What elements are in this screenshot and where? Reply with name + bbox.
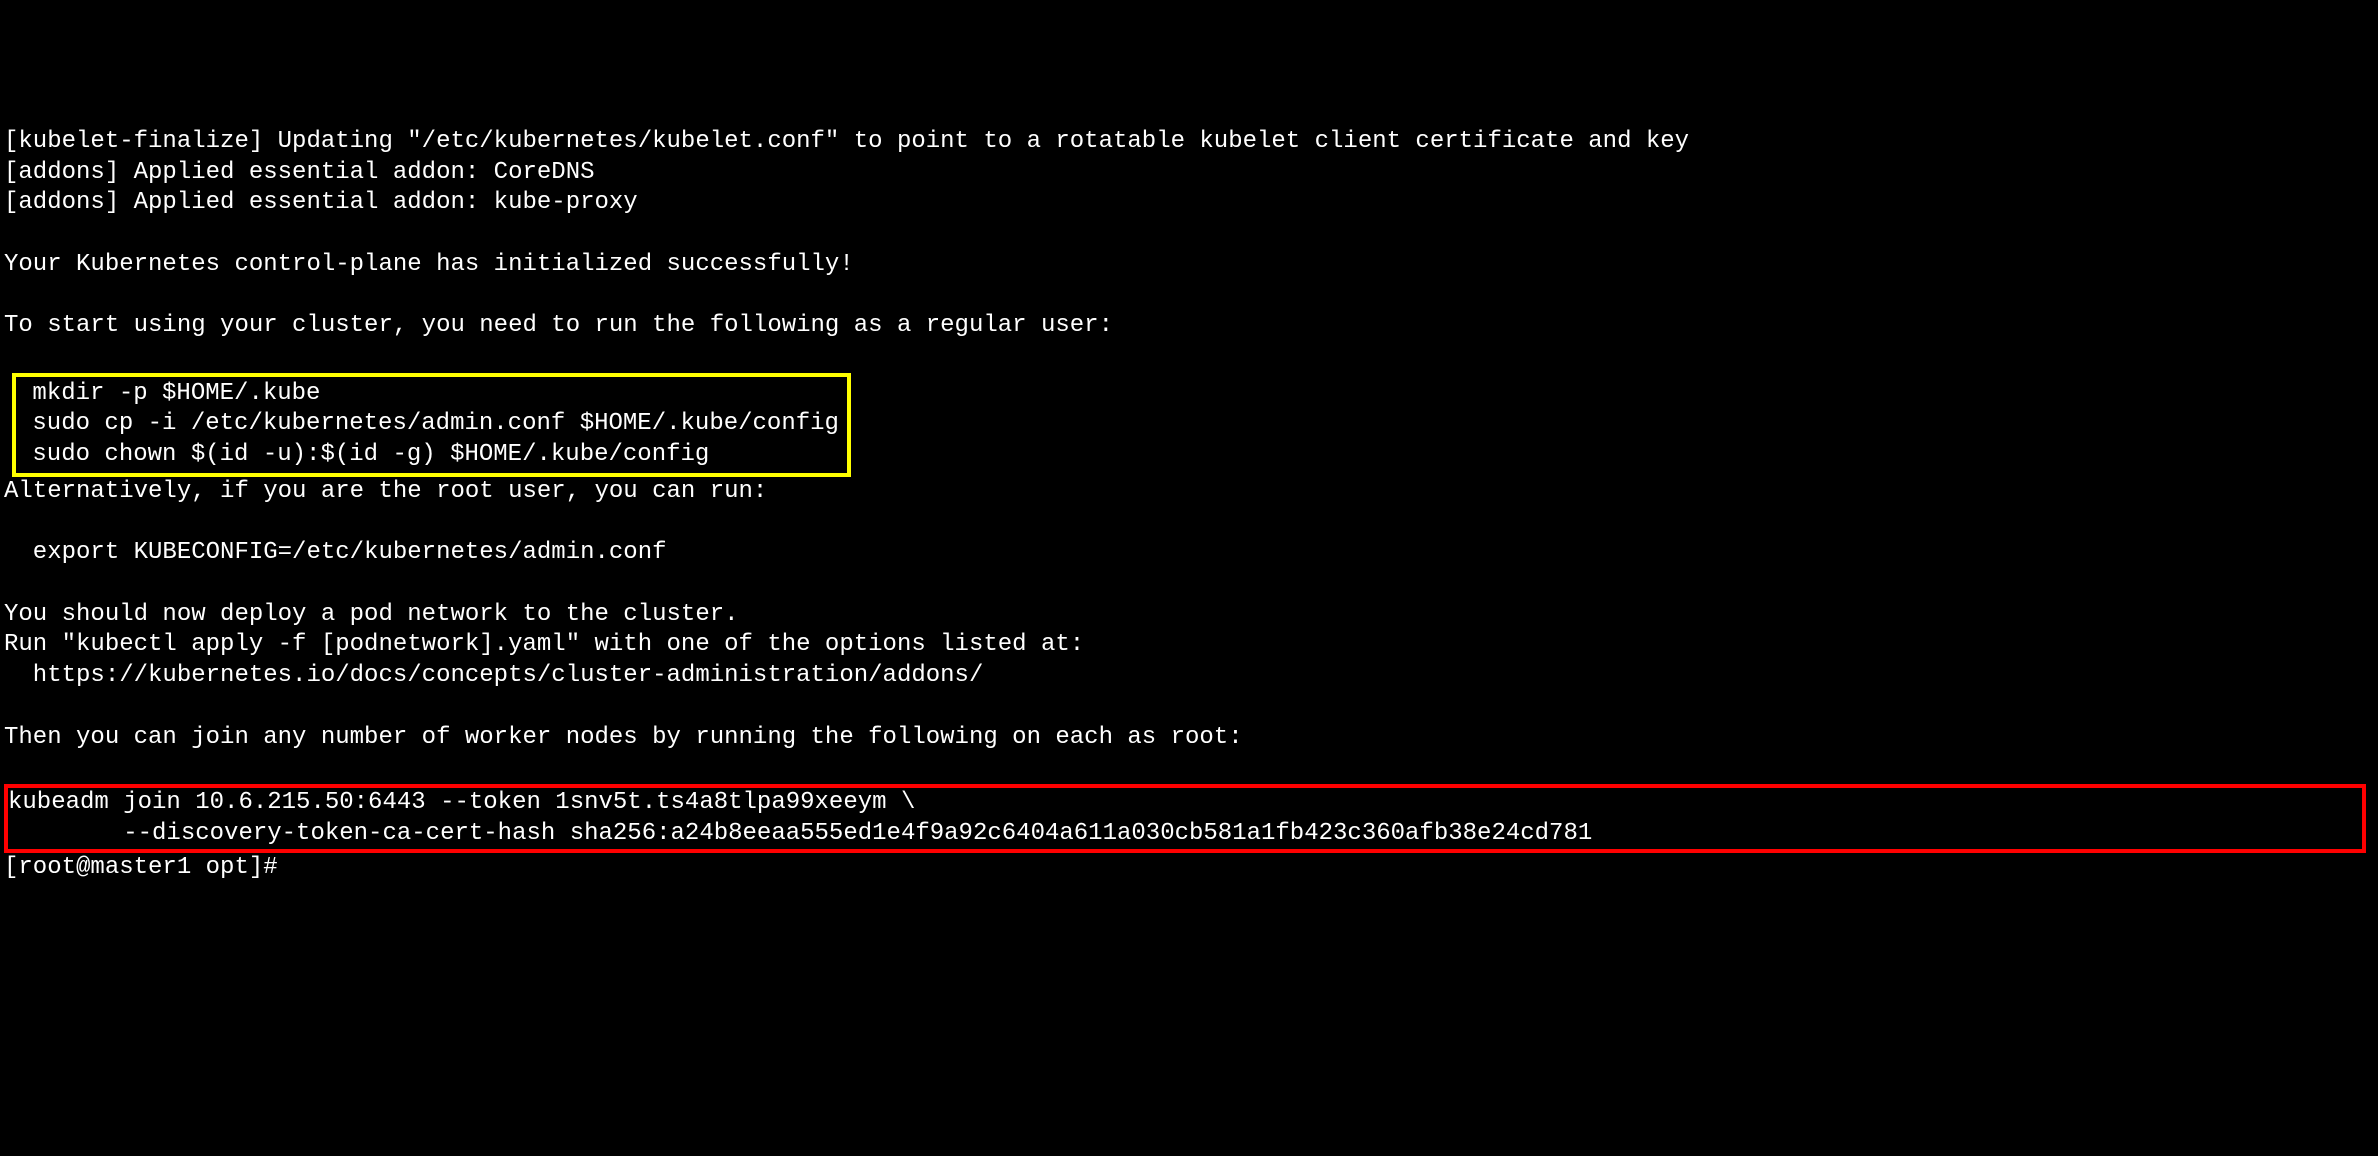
line-mkdir: mkdir -p $HOME/.kube — [18, 379, 839, 410]
line-kubeadm-join2: --discovery-token-ca-cert-hash sha256:a2… — [8, 819, 2358, 850]
blank-line — [4, 753, 2374, 784]
highlight-box-red: kubeadm join 10.6.215.50:6443 --token 1s… — [4, 784, 2366, 853]
blank-line — [4, 280, 2374, 311]
line-addons-coredns: [addons] Applied essential addon: CoreDN… — [4, 158, 2374, 189]
blank-line — [4, 569, 2374, 600]
line-deploy-pod: You should now deploy a pod network to t… — [4, 600, 2374, 631]
line-kubelet-finalize: [kubelet-finalize] Updating "/etc/kubern… — [4, 127, 2374, 158]
line-export: export KUBECONFIG=/etc/kubernetes/admin.… — [4, 538, 2374, 569]
line-join-nodes: Then you can join any number of worker n… — [4, 723, 2374, 754]
highlight-box-yellow: mkdir -p $HOME/.kube sudo cp -i /etc/kub… — [12, 373, 851, 477]
blank-line — [4, 219, 2374, 250]
line-prompt[interactable]: [root@master1 opt]# — [4, 853, 2374, 884]
blank-line — [4, 692, 2374, 723]
line-start-cluster: To start using your cluster, you need to… — [4, 311, 2374, 342]
blank-line — [4, 342, 2374, 373]
terminal-output[interactable]: [kubelet-finalize] Updating "/etc/kubern… — [4, 127, 2374, 884]
line-run-kubectl: Run "kubectl apply -f [podnetwork].yaml"… — [4, 630, 2374, 661]
line-kubeadm-join1: kubeadm join 10.6.215.50:6443 --token 1s… — [8, 788, 2358, 819]
line-success: Your Kubernetes control-plane has initia… — [4, 250, 2374, 281]
blank-line — [4, 508, 2374, 539]
line-cp: sudo cp -i /etc/kubernetes/admin.conf $H… — [18, 409, 839, 440]
line-chown: sudo chown $(id -u):$(id -g) $HOME/.kube… — [18, 440, 839, 471]
line-url: https://kubernetes.io/docs/concepts/clus… — [4, 661, 2374, 692]
line-addons-kubeproxy: [addons] Applied essential addon: kube-p… — [4, 188, 2374, 219]
line-alternatively: Alternatively, if you are the root user,… — [4, 477, 2374, 508]
